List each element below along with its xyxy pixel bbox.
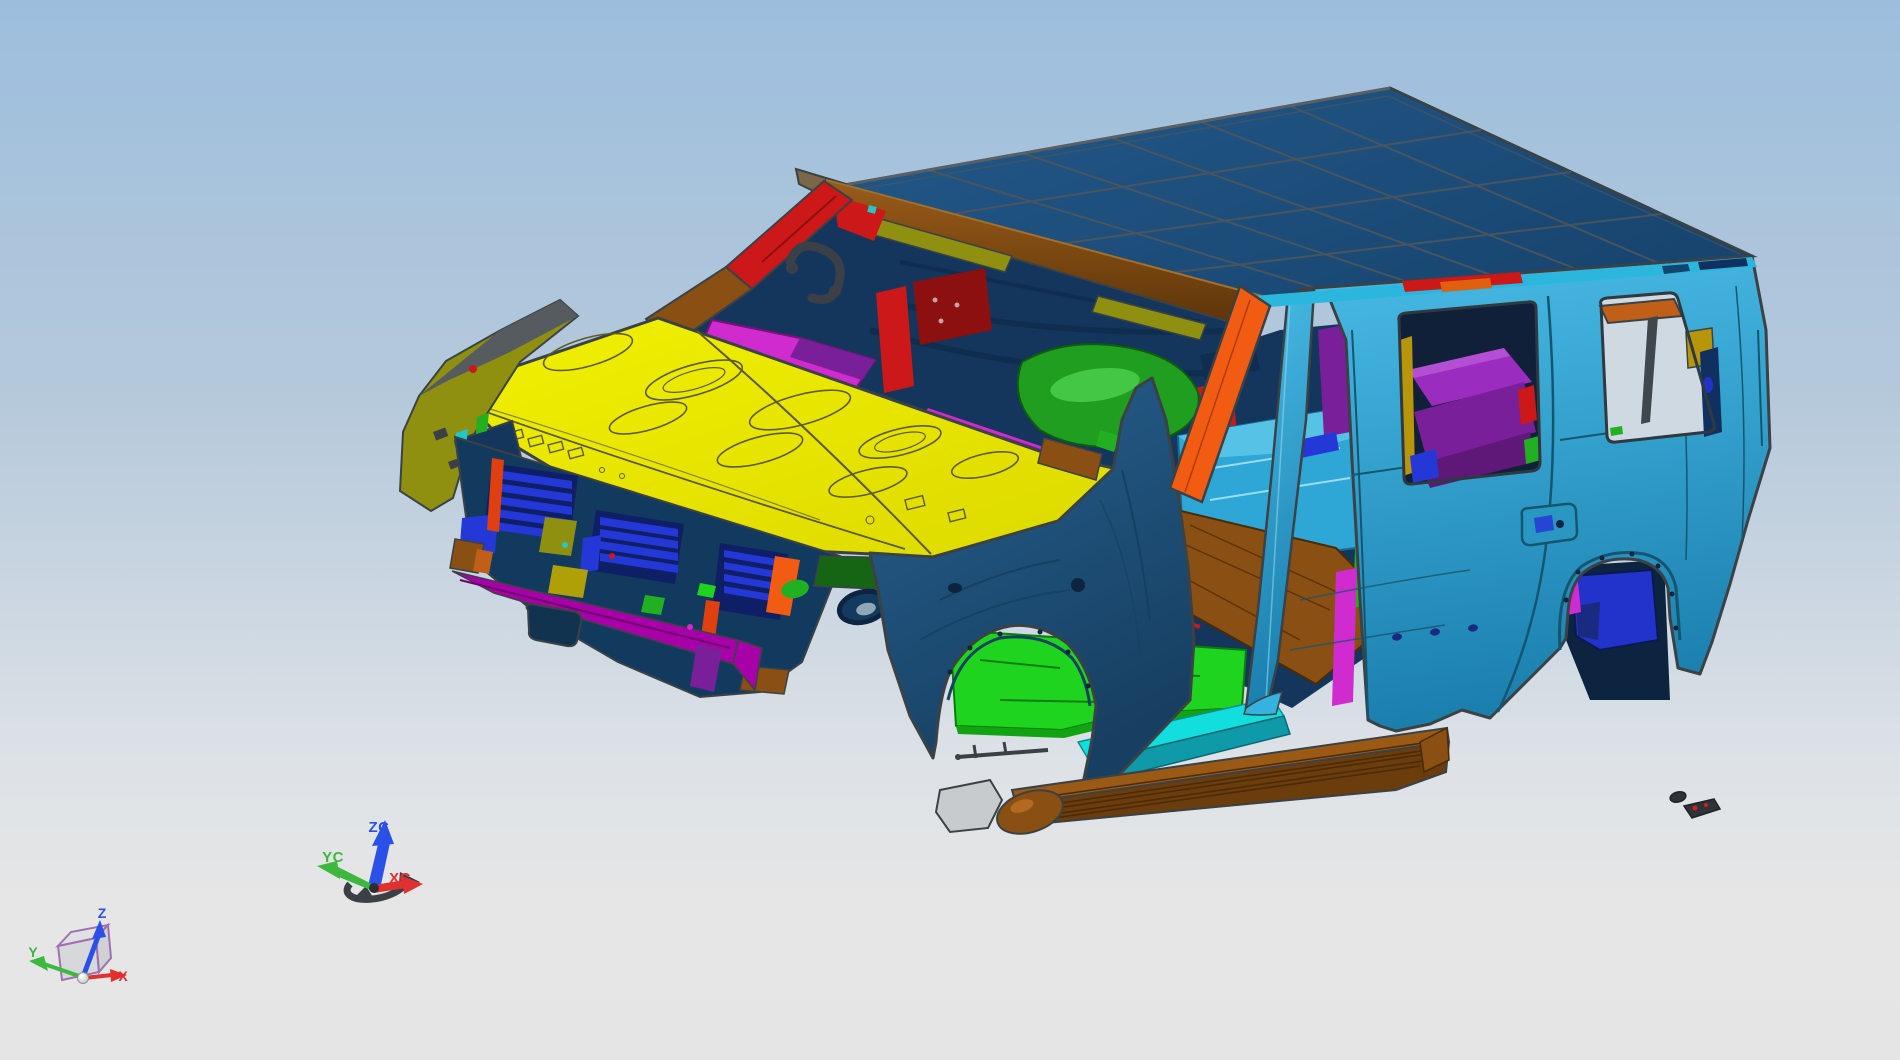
cad-viewport-background: ZC YC XC Z Y X bbox=[0, 0, 1900, 1060]
datum-x-label: X bbox=[118, 968, 128, 984]
wcs-y-label: YC bbox=[322, 849, 344, 866]
wcs-triad[interactable]: ZC YC XC bbox=[317, 819, 423, 903]
rear-door-window-opening[interactable] bbox=[1397, 300, 1542, 488]
cad-3d-viewport[interactable]: ZC YC XC Z Y X bbox=[0, 0, 1900, 1060]
door-handle-recess[interactable] bbox=[1520, 502, 1579, 547]
wcs-z-label: ZC bbox=[369, 819, 390, 836]
datum-y-label: Y bbox=[28, 944, 38, 960]
loose-part-1[interactable] bbox=[1669, 790, 1687, 804]
datum-z-label: Z bbox=[98, 905, 107, 921]
wcs-x-label: XC bbox=[389, 870, 411, 887]
loose-part-2[interactable] bbox=[1682, 798, 1722, 819]
datum-csys[interactable]: Z Y X bbox=[28, 905, 128, 984]
